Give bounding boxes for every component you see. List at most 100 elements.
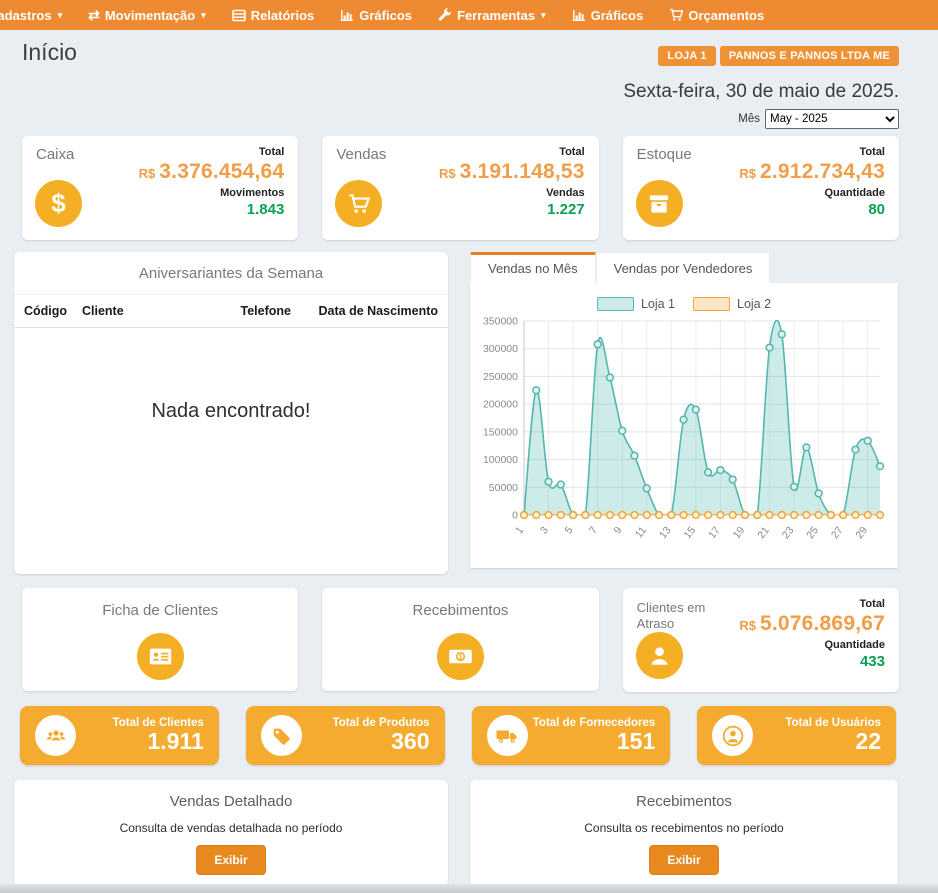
svg-text:50000: 50000 (489, 482, 518, 494)
total-value: 360 (302, 729, 430, 753)
svg-text:0: 0 (512, 510, 518, 522)
ficha-clientes-card[interactable]: Ficha de Clientes (22, 588, 298, 691)
legend-label: Loja 2 (737, 297, 771, 311)
nav-item-orcamentos[interactable]: Orçamentos (669, 8, 764, 23)
column-cliente: Cliente (82, 304, 231, 318)
count-value: 1.227 (439, 201, 585, 218)
svg-text:13: 13 (657, 524, 674, 541)
company-badge[interactable]: PANNOS E PANNOS LTDA ME (720, 46, 899, 66)
sales-tabs: Vendas no Mês Vendas por Vendedores (470, 252, 898, 283)
svg-text:300000: 300000 (483, 343, 518, 355)
vendas-detalhado-panel: Vendas Detalhado Consulta de vendas deta… (14, 780, 448, 886)
box-icon (636, 180, 683, 227)
report-icon (232, 9, 246, 22)
bar-chart-icon (340, 9, 354, 22)
svg-text:7: 7 (587, 524, 600, 536)
card-title: Estoque (637, 146, 747, 165)
count-label: Movimentos (139, 187, 285, 199)
top-navbar: Cadastros ▾ ⇄ Movimentação ▾ Relatórios … (0, 0, 938, 30)
sales-area-chart: 0 50000 100000 150000 200000 250000 300000 3500… (476, 313, 890, 555)
total-label: Total (739, 146, 885, 158)
cart-icon (335, 180, 382, 227)
exibir-recebimentos-button[interactable]: Exibir (649, 845, 718, 875)
svg-text:9: 9 (612, 524, 625, 536)
month-label: Mês (738, 113, 760, 125)
month-select[interactable]: May - 2025 (765, 109, 899, 129)
total-label: Total (139, 146, 285, 158)
card-title: Recebimentos (322, 602, 598, 619)
count-value: 80 (739, 201, 885, 218)
svg-text:150000: 150000 (483, 426, 518, 438)
count-label: Quantidade (739, 187, 885, 199)
tab-vendas-por-vendedores[interactable]: Vendas por Vendedores (596, 252, 771, 283)
nav-item-graficos[interactable]: Gráficos (340, 8, 412, 23)
estoque-card: Estoque Total R$2.912.734,43 Quantidade … (623, 136, 899, 240)
total-usuarios-card: Total de Usuários 22 (697, 706, 896, 765)
chevron-down-icon: ▾ (201, 10, 206, 21)
svg-text:25: 25 (804, 524, 821, 541)
card-title: Caixa (36, 146, 146, 165)
svg-text:100000: 100000 (483, 454, 518, 466)
vendas-card: Vendas Total R$3.191.148,53 Vendas 1.227 (322, 136, 598, 240)
clientes-atraso-card: Clientes em Atraso Total R$5.076.869,67 … (623, 588, 899, 692)
caixa-card: Caixa $ Total R$3.376.454,64 Movimentos … (22, 136, 298, 240)
svg-text:1: 1 (458, 652, 462, 661)
nav-item-cadastros[interactable]: Cadastros ▾ (0, 8, 62, 23)
birthdays-title: Aniversariantes da Semana (14, 252, 448, 295)
tab-vendas-no-mes[interactable]: Vendas no Mês (470, 252, 596, 283)
nav-label: Gráficos (591, 8, 644, 23)
legend-swatch-loja2 (693, 297, 730, 311)
recebimentos-panel: Recebimentos Consulta os recebimentos no… (470, 780, 898, 886)
nav-item-relatorios[interactable]: Relatórios (232, 8, 315, 23)
nav-item-ferramentas[interactable]: Ferramentas ▾ (438, 8, 546, 23)
total-value: 151 (528, 729, 656, 753)
column-codigo: Código (24, 304, 82, 318)
stat-cards-row: Caixa $ Total R$3.376.454,64 Movimentos … (22, 136, 899, 240)
svg-text:11: 11 (633, 524, 649, 540)
svg-text:21: 21 (755, 524, 772, 541)
report-panels-row: Vendas Detalhado Consulta de vendas deta… (14, 780, 899, 886)
panel-title: Recebimentos (470, 793, 898, 810)
total-value: 1.911 (76, 729, 204, 753)
currency-prefix: R$ (139, 166, 156, 181)
svg-text:15: 15 (682, 524, 699, 541)
count-label: Quantidade (739, 639, 885, 651)
store-badge[interactable]: LOJA 1 (658, 46, 715, 66)
nav-label: Gráficos (359, 8, 412, 23)
nav-label: Cadastros (0, 8, 52, 23)
svg-text:350000: 350000 (483, 316, 518, 328)
svg-text:250000: 250000 (483, 371, 518, 383)
totals-row: Total de Clientes 1.911 Total de Produto… (20, 706, 896, 765)
birthdays-panel: Aniversariantes da Semana Código Cliente… (14, 252, 448, 574)
store-badges: LOJA 1 PANNOS E PANNOS LTDA ME (623, 46, 899, 66)
nav-item-graficos-2[interactable]: Gráficos (572, 8, 644, 23)
panel-description: Consulta os recebimentos no período (470, 821, 898, 835)
svg-text:17: 17 (706, 524, 723, 541)
card-title: Vendas (336, 146, 446, 165)
chart-legend: Loja 1 Loja 2 (476, 297, 892, 311)
card-title: Ficha de Clientes (22, 602, 298, 619)
person-icon (636, 632, 683, 679)
total-value: 22 (753, 729, 881, 753)
nav-label: Ferramentas (457, 8, 535, 23)
exchange-icon: ⇄ (88, 7, 100, 24)
dollar-glyph: $ (51, 188, 65, 219)
total-label: Total (739, 598, 885, 610)
exibir-vendas-button[interactable]: Exibir (196, 845, 265, 875)
svg-text:200000: 200000 (483, 399, 518, 411)
recebimentos-card[interactable]: Recebimentos 1 (322, 588, 598, 691)
nav-item-movimentacao[interactable]: ⇄ Movimentação ▾ (88, 7, 206, 24)
count-label: Vendas (439, 187, 585, 199)
footer-strip (0, 884, 938, 893)
nav-label: Orçamentos (688, 8, 764, 23)
total-value: 3.376.454,64 (159, 160, 284, 183)
svg-text:5: 5 (562, 524, 575, 536)
svg-text:23: 23 (780, 524, 797, 541)
column-telefone: Telefone (231, 304, 303, 318)
legend-label: Loja 1 (641, 297, 675, 311)
cart-icon (669, 8, 683, 22)
total-produtos-card: Total de Produtos 360 (246, 706, 445, 765)
chevron-down-icon: ▾ (58, 10, 63, 21)
page-header: Início LOJA 1 PANNOS E PANNOS LTDA ME Se… (0, 30, 938, 136)
count-value: 433 (739, 653, 885, 670)
